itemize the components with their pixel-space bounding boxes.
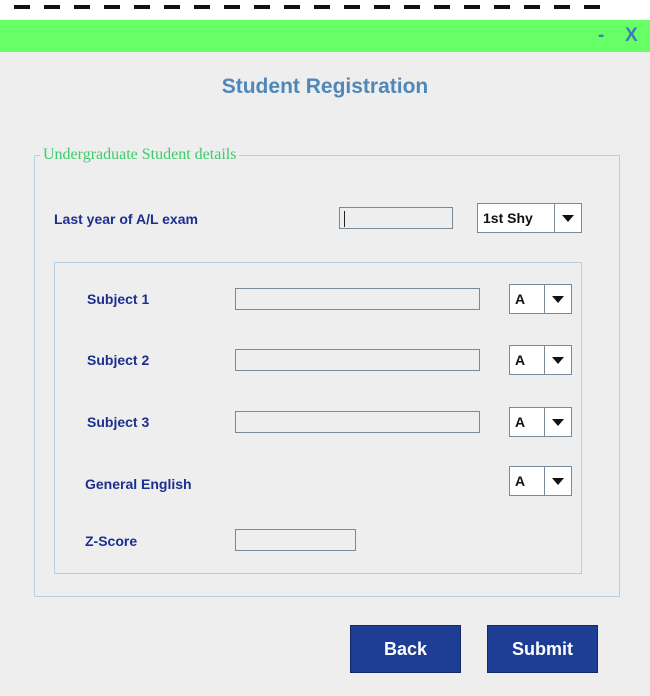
- attempt-select[interactable]: 1st Shy: [477, 203, 582, 233]
- z-score-input[interactable]: [235, 529, 356, 551]
- minimize-button[interactable]: -: [598, 22, 604, 50]
- chevron-down-icon[interactable]: [544, 346, 571, 374]
- al-exam-year-label: Last year of A/L exam: [54, 211, 198, 227]
- general-english-label: General English: [85, 476, 192, 492]
- general-english-grade-value: A: [515, 473, 526, 489]
- close-button[interactable]: X: [625, 22, 638, 50]
- background-window-strip: [0, 0, 650, 20]
- subject-1-input[interactable]: [235, 288, 480, 310]
- page-title: Student Registration: [221, 75, 429, 98]
- back-button[interactable]: Back: [350, 625, 461, 673]
- chevron-down-icon[interactable]: [544, 285, 571, 313]
- subject-3-grade-select[interactable]: A: [509, 407, 572, 437]
- attempt-select-value: 1st Shy: [483, 210, 533, 226]
- subject-2-input[interactable]: [235, 349, 480, 371]
- subject-2-label: Subject 2: [87, 352, 150, 368]
- subject-1-grade-select[interactable]: A: [509, 284, 572, 314]
- subject-2-grade-select[interactable]: A: [509, 345, 572, 375]
- subject-1-grade-value: A: [515, 291, 526, 307]
- text-caret: [344, 211, 345, 227]
- al-exam-year-input[interactable]: [339, 207, 453, 229]
- chevron-down-icon[interactable]: [544, 408, 571, 436]
- submit-button[interactable]: Submit: [487, 625, 598, 673]
- group-legend: Undergraduate Student details: [40, 146, 240, 164]
- subject-2-grade-value: A: [515, 352, 526, 368]
- z-score-label: Z-Score: [85, 533, 138, 549]
- subject-1-label: Subject 1: [87, 291, 150, 307]
- subject-3-grade-value: A: [515, 414, 526, 430]
- general-english-grade-select[interactable]: A: [509, 466, 572, 496]
- window-titlebar: [0, 20, 650, 52]
- chevron-down-icon[interactable]: [544, 467, 571, 495]
- subject-3-input[interactable]: [235, 411, 480, 433]
- subject-3-label: Subject 3: [87, 414, 150, 430]
- chevron-down-icon[interactable]: [554, 204, 581, 232]
